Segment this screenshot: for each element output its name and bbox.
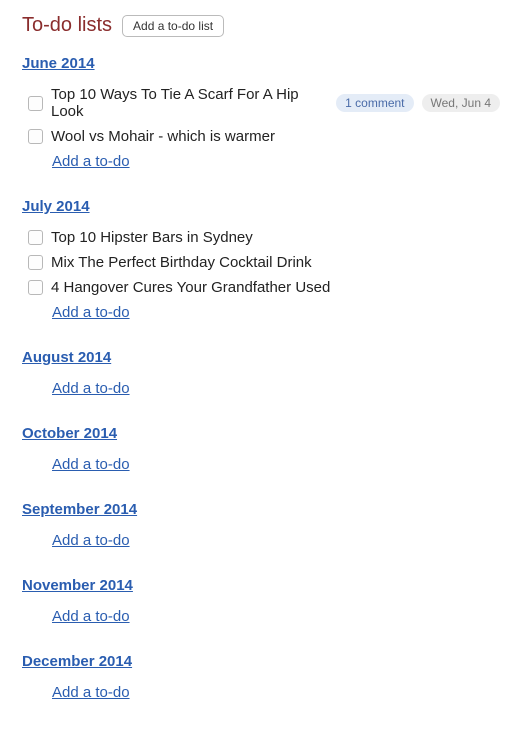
- todo-list: October 2014 Add a to-do: [22, 425, 500, 473]
- todo-list: July 2014 Top 10 Hipster Bars in Sydney Mi…: [22, 198, 500, 321]
- add-todo-link[interactable]: Add a to-do: [52, 153, 130, 170]
- todo-checkbox[interactable]: [28, 96, 43, 111]
- todo-items: Add a to-do: [28, 604, 500, 625]
- todo-list: June 2014 Top 10 Ways To Tie A Scarf For …: [22, 55, 500, 170]
- todo-items: Add a to-do: [28, 376, 500, 397]
- add-todo-link[interactable]: Add a to-do: [52, 304, 130, 321]
- todo-list-title[interactable]: October 2014: [22, 425, 117, 442]
- todo-list: August 2014 Add a to-do: [22, 349, 500, 397]
- todo-text[interactable]: Top 10 Hipster Bars in Sydney: [51, 229, 253, 246]
- todo-list: November 2014 Add a to-do: [22, 577, 500, 625]
- add-todo-link[interactable]: Add a to-do: [52, 532, 130, 549]
- comment-badge[interactable]: 1 comment: [336, 94, 413, 112]
- todo-item: Mix The Perfect Birthday Cocktail Drink: [28, 250, 500, 275]
- todo-text[interactable]: 4 Hangover Cures Your Grandfather Used: [51, 279, 330, 296]
- add-todo-list-button[interactable]: Add a to-do list: [122, 15, 224, 37]
- todo-list-title[interactable]: June 2014: [22, 55, 95, 72]
- todo-item: Wool vs Mohair - which is warmer: [28, 124, 500, 149]
- header: To-do lists Add a to-do list: [22, 14, 500, 37]
- todo-list: September 2014 Add a to-do: [22, 501, 500, 549]
- todo-checkbox[interactable]: [28, 255, 43, 270]
- todo-list-title[interactable]: August 2014: [22, 349, 111, 366]
- page-title: To-do lists: [22, 14, 112, 37]
- due-date-badge[interactable]: Wed, Jun 4: [422, 94, 500, 112]
- todo-text[interactable]: Wool vs Mohair - which is warmer: [51, 128, 275, 145]
- todo-list-title[interactable]: July 2014: [22, 198, 90, 215]
- todo-items: Top 10 Ways To Tie A Scarf For A Hip Loo…: [28, 82, 500, 170]
- todo-items: Add a to-do: [28, 528, 500, 549]
- todo-items: Add a to-do: [28, 452, 500, 473]
- todo-item: 4 Hangover Cures Your Grandfather Used: [28, 275, 500, 300]
- add-todo-link[interactable]: Add a to-do: [52, 380, 130, 397]
- add-todo-link[interactable]: Add a to-do: [52, 456, 130, 473]
- todo-checkbox[interactable]: [28, 280, 43, 295]
- add-todo-link[interactable]: Add a to-do: [52, 608, 130, 625]
- todo-item: Top 10 Hipster Bars in Sydney: [28, 225, 500, 250]
- todo-list-title[interactable]: September 2014: [22, 501, 137, 518]
- todo-list: December 2014 Add a to-do: [22, 653, 500, 701]
- todo-checkbox[interactable]: [28, 230, 43, 245]
- todo-list-title[interactable]: December 2014: [22, 653, 132, 670]
- todo-list-title[interactable]: November 2014: [22, 577, 133, 594]
- add-todo-link[interactable]: Add a to-do: [52, 684, 130, 701]
- todo-checkbox[interactable]: [28, 129, 43, 144]
- todo-text[interactable]: Mix The Perfect Birthday Cocktail Drink: [51, 254, 312, 271]
- todo-item: Top 10 Ways To Tie A Scarf For A Hip Loo…: [28, 82, 500, 124]
- todo-text[interactable]: Top 10 Ways To Tie A Scarf For A Hip Loo…: [51, 86, 328, 120]
- todo-items: Top 10 Hipster Bars in Sydney Mix The Per…: [28, 225, 500, 321]
